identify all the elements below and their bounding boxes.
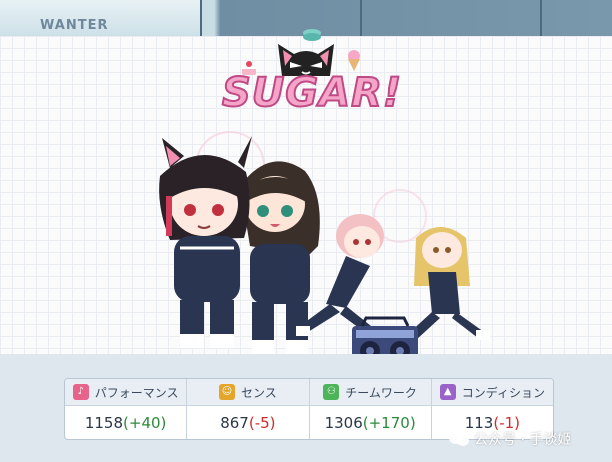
team-icon: ⚇ bbox=[323, 384, 340, 400]
ice-cream-icon bbox=[348, 50, 360, 71]
microphone-icon: ♪ bbox=[72, 384, 89, 400]
unit-card: SUGAR! bbox=[0, 29, 612, 366]
background-poster: WANTER bbox=[0, 0, 200, 36]
stat-value: 1158 bbox=[84, 413, 124, 432]
stat-value: 867 bbox=[220, 413, 249, 432]
macaron-icon bbox=[303, 29, 321, 41]
stat-header: ⚇ チームワーク bbox=[309, 379, 431, 406]
stat-value-cell: 1158 (+40) bbox=[65, 406, 186, 439]
watermark-text: 公众号 · 手谈姬 bbox=[474, 432, 572, 448]
stat-delta: (+170) bbox=[362, 413, 416, 432]
face-icon: ☺ bbox=[218, 384, 235, 400]
game-screen: WANTER SUGAR! ♪ パフォーマンス 1158 (+40) ☺ センス… bbox=[0, 0, 612, 462]
unit-logo: SUGAR! bbox=[216, 29, 403, 128]
background-divider bbox=[540, 0, 542, 36]
stat-header: ☺ センス bbox=[187, 379, 309, 406]
stat-delta: (+40) bbox=[123, 413, 167, 432]
stat-value-cell: 867 (-5) bbox=[187, 406, 308, 439]
stat-value: 1306 bbox=[324, 413, 363, 432]
stat-label: チームワーク bbox=[345, 385, 417, 400]
background-poster-text: WANTER bbox=[40, 18, 109, 33]
stat-teamwork: ⚇ チームワーク 1306 (+170) bbox=[309, 379, 432, 439]
character-blonde-hair bbox=[404, 227, 490, 342]
stat-header: ♪ パフォーマンス bbox=[65, 379, 187, 406]
stat-label: パフォーマンス bbox=[94, 385, 179, 400]
background-divider bbox=[360, 0, 362, 36]
stat-value-cell: 1306 (+170) bbox=[310, 406, 431, 439]
condition-icon: ▲ bbox=[439, 384, 456, 400]
unit-characters-illustration bbox=[159, 131, 490, 366]
stat-label: コンディション bbox=[461, 385, 545, 400]
unit-logo-text: SUGAR! bbox=[221, 69, 403, 117]
character-black-hair bbox=[159, 136, 252, 348]
stat-delta: (-5) bbox=[248, 413, 276, 432]
stat-performance: ♪ パフォーマンス 1158 (+40) bbox=[65, 379, 188, 439]
watermark: 公众号 · 手谈姬 bbox=[448, 428, 571, 450]
wechat-icon bbox=[449, 432, 469, 446]
background-divider bbox=[200, 0, 202, 36]
stat-header: ▲ コンディション bbox=[431, 379, 553, 406]
stat-sense: ☺ センス 867 (-5) bbox=[187, 379, 310, 439]
stat-label: センス bbox=[240, 385, 277, 400]
